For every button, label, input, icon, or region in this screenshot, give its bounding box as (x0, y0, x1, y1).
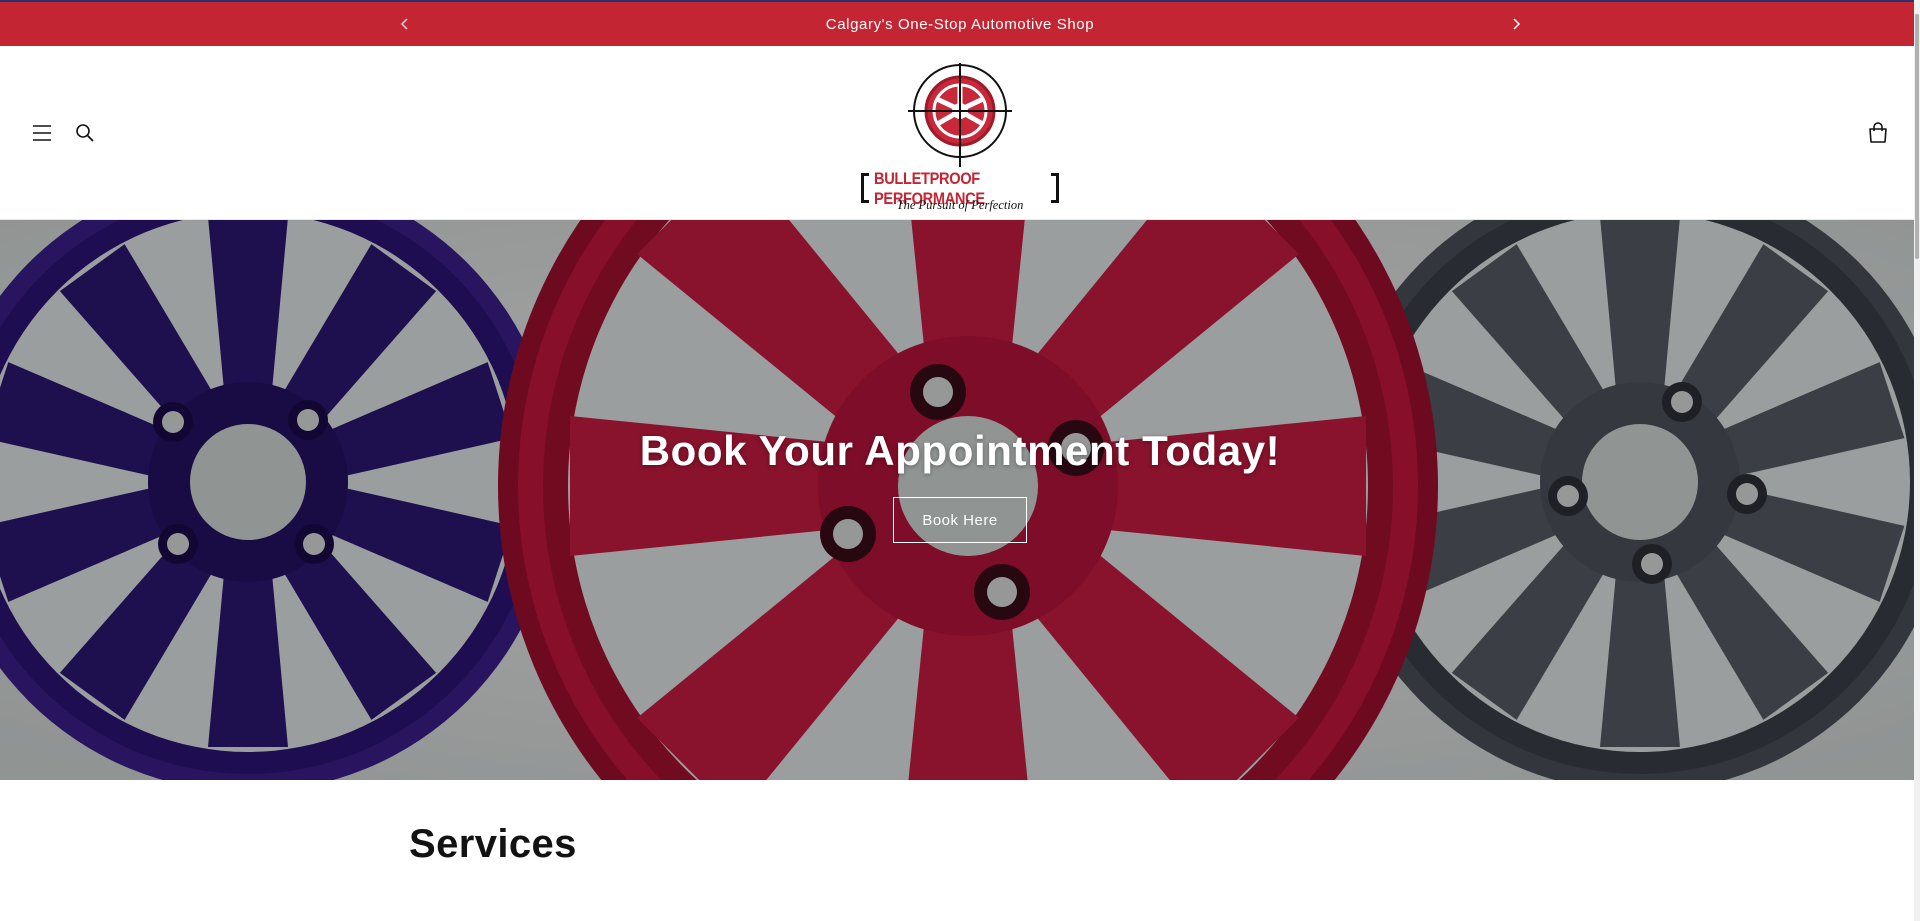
menu-button[interactable] (24, 115, 60, 151)
logo-tagline: The Pursuit of Perfection (896, 198, 1024, 212)
hamburger-menu-icon (33, 125, 51, 141)
cart-icon (1869, 122, 1887, 143)
search-button[interactable] (67, 115, 103, 151)
chevron-right-icon (1513, 18, 1521, 30)
site-logo[interactable]: BULLETPROOF PERFORMANCE The Pursuit of P… (855, 63, 1065, 213)
announcement-prev-button[interactable] (390, 9, 420, 39)
services-heading: Services (409, 822, 577, 866)
page-scrollbar-thumb[interactable] (1915, 14, 1919, 259)
site-header: BULLETPROOF PERFORMANCE The Pursuit of P… (0, 46, 1920, 220)
announcement-next-button[interactable] (1501, 9, 1531, 39)
announcement-bar: Calgary's One-Stop Automotive Shop (0, 2, 1920, 46)
chevron-left-icon (400, 18, 408, 30)
search-icon (76, 124, 94, 142)
book-here-button[interactable]: Book Here (893, 497, 1027, 543)
hero-content: Book Your Appointment Today! Book Here (0, 220, 1920, 780)
hero-title: Book Your Appointment Today! (639, 427, 1281, 474)
announcement-text: Calgary's One-Stop Automotive Shop (825, 15, 1095, 33)
hero-banner: Book Your Appointment Today! Book Here (0, 220, 1920, 780)
wheel-crosshair-logo-icon (908, 63, 1012, 167)
cart-button[interactable] (1860, 115, 1896, 151)
